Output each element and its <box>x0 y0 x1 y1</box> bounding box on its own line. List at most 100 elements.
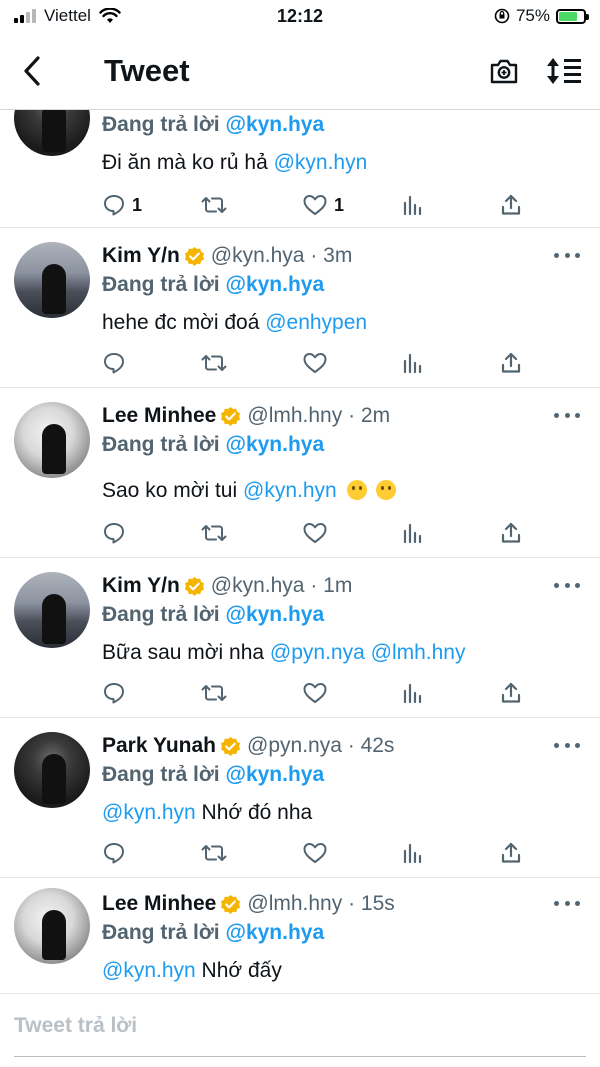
retweet-button[interactable] <box>200 348 228 378</box>
reply-input[interactable]: Tweet trả lời <box>14 1014 137 1038</box>
retweet-button[interactable] <box>200 678 228 708</box>
tweet[interactable]: Park Yunah @pyn.nya · 42s Đang trả lời @… <box>0 718 600 878</box>
tweet[interactable]: Lee Minhee @lmh.hny · 2m Đang trả lời @k… <box>0 388 600 558</box>
display-name[interactable]: Lee Minhee <box>102 892 216 916</box>
user-handle: @kyn.hya <box>210 244 305 267</box>
analytics-button[interactable] <box>402 348 424 378</box>
reply-to-mention[interactable]: @kyn.hya <box>225 433 324 456</box>
analytics-button[interactable] <box>402 518 424 548</box>
more-options-icon[interactable] <box>554 578 580 592</box>
reply-button[interactable] <box>102 518 126 548</box>
share-button[interactable] <box>500 190 522 220</box>
reply-context: Đang trả lời @kyn.hya <box>102 760 580 790</box>
tweet-header: Kim Y/n @kyn.hya · 1m <box>102 572 580 600</box>
tweet-mention[interactable]: @kyn.hyn <box>274 151 368 174</box>
analytics-icon <box>403 353 422 374</box>
separator-dot: · <box>304 574 324 597</box>
camera-icon <box>490 59 518 83</box>
camera-button[interactable] <box>474 41 534 101</box>
display-name[interactable]: Lee Minhee <box>102 404 216 428</box>
like-button[interactable] <box>302 678 328 708</box>
reply-to-mention[interactable]: @kyn.hya <box>225 113 324 136</box>
tweet-mention[interactable]: @kyn.hyn <box>243 479 337 502</box>
retweet-button[interactable] <box>200 838 228 868</box>
analytics-icon <box>403 683 422 704</box>
display-name[interactable]: Kim Y/n <box>102 244 180 268</box>
share-button[interactable] <box>500 348 522 378</box>
status-left: Viettel <box>14 6 214 26</box>
tweet-text: @kyn.hyn Nhớ đó nha <box>102 796 580 830</box>
share-icon <box>501 352 521 373</box>
reply-to-mention[interactable]: @kyn.hya <box>225 921 324 944</box>
reply-to-mention[interactable]: @kyn.hya <box>225 273 324 296</box>
battery-percent: 75% <box>515 6 550 25</box>
share-icon <box>501 682 521 703</box>
share-icon <box>501 842 521 863</box>
display-name[interactable]: Park Yunah <box>102 734 216 758</box>
reply-composer: Tweet trả lời <box>0 993 600 1063</box>
reply-button[interactable] <box>102 348 126 378</box>
battery-icon <box>556 8 589 24</box>
reply-button[interactable] <box>102 838 126 868</box>
tweet[interactable]: Kim Y/n @kyn.hya · 3m Đang trả lời @kyn.… <box>0 228 600 388</box>
smiley-emoji-icon <box>376 480 397 500</box>
like-button[interactable] <box>302 838 328 868</box>
comment-icon <box>104 683 124 704</box>
more-options-icon[interactable] <box>554 408 580 422</box>
nav-bar: Tweet <box>0 32 600 110</box>
retweet-icon <box>201 845 227 861</box>
avatar[interactable] <box>14 402 90 478</box>
avatar[interactable] <box>14 572 90 648</box>
reply-button[interactable]: 1 <box>102 190 142 220</box>
tweet-mention[interactable]: @kyn.hyn <box>102 801 196 824</box>
avatar-figure <box>42 264 66 314</box>
more-options-icon[interactable] <box>554 738 580 752</box>
tweet-mention[interactable]: @enhypen <box>265 311 367 334</box>
orientation-lock-icon <box>494 8 510 24</box>
analytics-button[interactable] <box>402 678 424 708</box>
share-button[interactable] <box>500 838 522 868</box>
tweet-time: 2m <box>360 404 391 427</box>
tweet-mention[interactable]: @pyn.nya <box>270 641 365 664</box>
retweet-button[interactable] <box>200 518 228 548</box>
retweet-button[interactable] <box>200 190 228 220</box>
analytics-button[interactable] <box>402 838 424 868</box>
reply-prefix: Đang trả lời <box>102 763 220 786</box>
tweet[interactable]: Đang trả lời @kyn.hya Đi ăn mà ko rủ hả … <box>0 80 600 228</box>
like-button[interactable] <box>302 518 328 548</box>
tweet-actions <box>102 838 522 868</box>
avatar[interactable] <box>14 242 90 318</box>
tweet-text-plain: Sao ko mời tui <box>102 479 243 502</box>
status-time: 12:12 <box>276 5 324 26</box>
tweet[interactable]: Kim Y/n @kyn.hya · 1m Đang trả lời @kyn.… <box>0 558 600 718</box>
tweet-header: Lee Minhee @lmh.hny · 15s <box>102 890 580 918</box>
reply-button[interactable] <box>102 678 126 708</box>
smiley-emoji-icon <box>346 480 367 500</box>
reply-context: Đang trả lời @kyn.hya <box>102 430 580 460</box>
more-options-icon[interactable] <box>554 248 580 262</box>
tweet-mention[interactable]: @kyn.hyn <box>102 959 196 982</box>
like-button[interactable]: 1 <box>302 190 344 220</box>
chevron-left-icon <box>24 55 40 86</box>
sort-button[interactable] <box>534 41 594 101</box>
tweet[interactable]: Lee Minhee @lmh.hny · 15s Đang trả lời @… <box>0 878 600 993</box>
analytics-button[interactable] <box>402 190 424 220</box>
tweet-text: Bữa sau mời nha @pyn.nya @lmh.hny <box>102 636 580 670</box>
reply-to-mention[interactable]: @kyn.hya <box>225 763 324 786</box>
display-name[interactable]: Kim Y/n <box>102 574 180 598</box>
avatar[interactable] <box>14 888 90 964</box>
avatar[interactable] <box>14 732 90 808</box>
share-button[interactable] <box>500 678 522 708</box>
heart-icon <box>303 843 327 863</box>
like-button[interactable] <box>302 348 328 378</box>
reply-to-mention[interactable]: @kyn.hya <box>225 603 324 626</box>
tweet-actions <box>102 518 522 548</box>
like-count: 1 <box>334 194 345 215</box>
tweet-mention[interactable]: @lmh.hny <box>371 641 466 664</box>
signal-icon <box>14 9 36 23</box>
verified-badge-icon <box>184 246 204 266</box>
share-button[interactable] <box>500 518 522 548</box>
tweet-text-plain: Đi ăn mà ko rủ hả <box>102 151 274 174</box>
more-options-icon[interactable] <box>554 896 580 910</box>
back-button[interactable] <box>0 41 64 101</box>
